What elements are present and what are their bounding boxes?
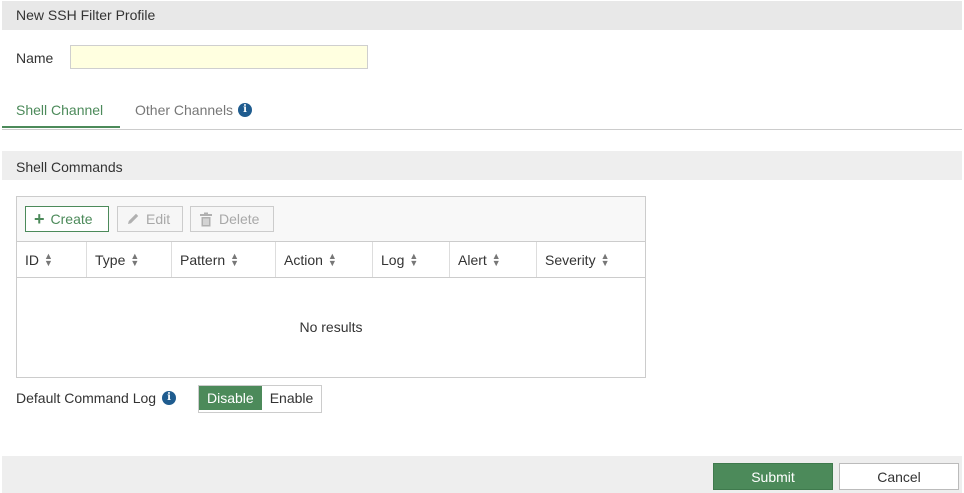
enable-option[interactable]: Enable	[261, 386, 322, 410]
table-header: ID ▲ ▼ Type ▲ ▼ Pattern ▲ ▼ Action ▲ ▼ Log ▲…	[17, 242, 645, 278]
edit-label: Edit	[146, 211, 171, 227]
sort-icon: ▲ ▼	[44, 250, 53, 268]
disable-option[interactable]: Disable	[199, 386, 262, 410]
column-label: Alert	[458, 251, 487, 268]
column-label: Severity	[545, 251, 596, 268]
section-title: Shell Commands	[16, 159, 123, 175]
table-toolbar: + Create Edit Delete	[17, 197, 645, 242]
sort-icon: ▲ ▼	[491, 250, 501, 268]
column-header-alert[interactable]: Alert ▲ ▼	[450, 242, 537, 277]
create-button[interactable]: + Create	[25, 206, 109, 232]
delete-button[interactable]: Delete	[190, 206, 274, 232]
column-header-log[interactable]: Log ▲ ▼	[373, 242, 450, 277]
tab-other-channels[interactable]: Other Channels i	[135, 102, 253, 118]
column-header-type[interactable]: Type ▲ ▼	[87, 242, 172, 277]
info-icon[interactable]: i	[238, 103, 253, 117]
name-input[interactable]	[70, 45, 368, 69]
info-icon[interactable]: i	[162, 391, 177, 405]
edit-button[interactable]: Edit	[117, 206, 183, 232]
column-header-pattern[interactable]: Pattern ▲ ▼	[172, 242, 276, 277]
tab-other-channels-label: Other Channels	[135, 102, 234, 118]
plus-icon: +	[34, 209, 45, 229]
shell-commands-table: + Create Edit Delete ID ▲ ▼ Type ▲ ▼ Pat…	[16, 196, 646, 378]
sort-icon: ▲ ▼	[130, 250, 140, 268]
trash-icon	[200, 212, 212, 226]
section-header: Shell Commands	[2, 151, 962, 180]
active-tab-indicator	[2, 126, 120, 128]
column-label: Log	[381, 251, 405, 268]
sort-icon: ▲ ▼	[327, 250, 337, 268]
default-command-log-text: Default Command Log	[16, 390, 157, 406]
create-label: Create	[50, 211, 93, 227]
column-label: ID	[25, 251, 39, 268]
name-label: Name	[16, 50, 54, 66]
column-label: Pattern	[180, 251, 226, 268]
default-command-log-toggle: Disable Enable	[198, 385, 323, 413]
sort-icon: ▲ ▼	[230, 250, 240, 268]
page-title: New SSH Filter Profile	[16, 7, 156, 23]
page-header: New SSH Filter Profile	[2, 1, 962, 30]
delete-label: Delete	[219, 211, 260, 227]
tab-shell-channel[interactable]: Shell Channel	[16, 102, 103, 118]
column-header-severity[interactable]: Severity ▲ ▼	[537, 242, 645, 277]
submit-button[interactable]: Submit	[713, 463, 833, 490]
cancel-button[interactable]: Cancel	[839, 463, 959, 490]
sort-icon: ▲ ▼	[409, 250, 419, 268]
sort-icon: ▲ ▼	[600, 250, 610, 268]
pencil-icon	[128, 213, 139, 224]
column-header-id[interactable]: ID ▲ ▼	[17, 242, 87, 277]
column-label: Action	[284, 251, 323, 268]
column-header-action[interactable]: Action ▲ ▼	[276, 242, 373, 277]
tab-shell-channel-label: Shell Channel	[16, 102, 104, 118]
empty-table-message: No results	[299, 319, 363, 335]
column-label: Type	[95, 251, 126, 268]
default-command-log-label: Default Command Log i	[16, 390, 177, 406]
tab-bar: Shell Channel Other Channels i	[2, 94, 962, 130]
